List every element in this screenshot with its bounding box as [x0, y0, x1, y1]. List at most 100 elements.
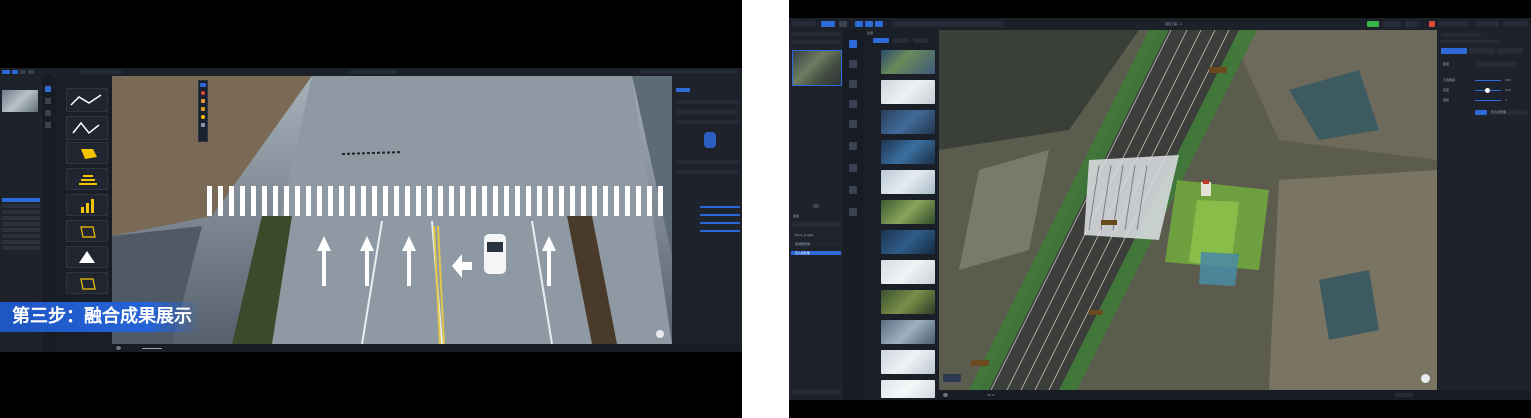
left-tool-button[interactable]	[20, 70, 26, 74]
right-export-button[interactable]	[1439, 21, 1469, 27]
pin-icon[interactable]	[201, 91, 205, 95]
layers-filter-row[interactable]	[791, 222, 841, 227]
right-tool-button[interactable]	[855, 21, 863, 27]
gallery-tab-active[interactable]	[873, 38, 889, 43]
layers-tool-row[interactable]	[791, 40, 841, 44]
compass-icon[interactable]	[656, 330, 664, 338]
left-tool-button[interactable]	[28, 70, 34, 74]
left-right-controls[interactable]	[640, 70, 738, 74]
right-account-button[interactable]	[1405, 21, 1419, 27]
right-window-controls[interactable]	[1503, 21, 1527, 27]
tool-card[interactable]	[66, 272, 108, 294]
list-item[interactable]	[2, 210, 40, 214]
right-settings-button[interactable]	[1475, 21, 1499, 27]
basemap-thumbnail[interactable]	[881, 110, 935, 134]
property-slider[interactable]	[700, 206, 740, 208]
properties-section-value[interactable]	[1477, 62, 1517, 67]
gallery-tab[interactable]	[893, 38, 909, 43]
sidebar-icon[interactable]	[849, 164, 857, 172]
right-tool-button[interactable]	[821, 21, 835, 27]
saturation-slider[interactable]	[1475, 100, 1501, 101]
left-tool-button[interactable]	[12, 70, 18, 74]
tab-icon[interactable]	[45, 122, 51, 128]
list-item[interactable]	[2, 216, 40, 220]
compass-icon[interactable]	[1421, 374, 1430, 383]
basemap-thumbnail[interactable]	[881, 50, 935, 74]
basemap-thumbnail[interactable]	[881, 290, 935, 314]
prop-value[interactable]: 120	[1505, 88, 1511, 92]
tool-card[interactable]	[66, 88, 108, 112]
property-slider[interactable]	[700, 230, 740, 232]
tool-card[interactable]	[66, 246, 108, 268]
layer-item[interactable]: 多视角影像	[791, 242, 841, 246]
tool-card[interactable]	[66, 116, 108, 140]
layer-select[interactable]: 无人机影像	[1489, 110, 1527, 115]
list-item[interactable]	[2, 204, 40, 208]
property-row[interactable]	[676, 120, 738, 124]
sidebar-icon[interactable]	[849, 142, 857, 150]
tool-card[interactable]	[66, 168, 108, 190]
properties-tab[interactable]	[1469, 48, 1495, 54]
properties-tab[interactable]	[1497, 48, 1523, 54]
basemap-thumbnail[interactable]	[881, 80, 935, 104]
sidebar-icon[interactable]	[849, 208, 857, 216]
sidebar-icon[interactable]	[849, 120, 857, 128]
layer-thumbnail-selected[interactable]	[792, 50, 842, 86]
property-tab[interactable]	[676, 88, 690, 92]
prop-value[interactable]: 100	[1505, 78, 1511, 82]
sidebar-icon[interactable]	[849, 186, 857, 194]
add-layer-button[interactable]	[813, 204, 819, 208]
tab-icon[interactable]	[45, 86, 51, 92]
property-row[interactable]	[676, 110, 738, 114]
right-satellite-map[interactable]	[939, 30, 1437, 390]
basemap-thumbnail[interactable]	[881, 200, 935, 224]
property-row[interactable]	[676, 100, 738, 104]
layers-tab-bar[interactable]	[791, 32, 841, 36]
basemap-thumbnail[interactable]	[881, 170, 935, 194]
property-toggle[interactable]	[704, 132, 716, 148]
tool-card[interactable]	[66, 142, 108, 164]
sidebar-icon[interactable]	[849, 80, 857, 88]
basemap-thumbnail[interactable]	[881, 350, 935, 374]
apply-button[interactable]	[1475, 110, 1487, 115]
left-home-button[interactable]	[2, 70, 10, 74]
right-search-input[interactable]	[893, 21, 1003, 27]
property-row[interactable]	[676, 160, 738, 164]
select-icon[interactable]	[200, 83, 206, 87]
ruler-icon[interactable]	[201, 123, 205, 127]
sidebar-icon[interactable]	[849, 100, 857, 108]
properties-tab-active[interactable]	[1441, 48, 1467, 54]
list-item[interactable]	[2, 222, 40, 226]
right-tool-button[interactable]	[875, 21, 883, 27]
list-item[interactable]	[2, 234, 40, 238]
list-item[interactable]	[2, 228, 40, 232]
left-thumbnail[interactable]	[2, 90, 38, 112]
brightness-slider-handle[interactable]	[1485, 88, 1490, 93]
opacity-slider[interactable]	[1475, 80, 1501, 81]
right-share-button[interactable]	[1383, 21, 1401, 27]
pencil-icon[interactable]	[201, 99, 205, 103]
prop-value[interactable]: 1	[1505, 98, 1507, 102]
basemap-thumbnail[interactable]	[881, 230, 935, 254]
right-tool-button[interactable]	[839, 21, 847, 27]
layer-item[interactable]: terra_png3a	[791, 233, 841, 237]
right-record-button[interactable]	[1429, 21, 1435, 27]
right-tool-button[interactable]	[865, 21, 873, 27]
gallery-tab[interactable]	[913, 38, 929, 43]
right-home-button[interactable]	[793, 21, 815, 27]
list-item[interactable]	[2, 240, 40, 244]
basemap-thumbnail[interactable]	[881, 140, 935, 164]
sidebar-icon[interactable]	[849, 60, 857, 68]
property-row[interactable]	[676, 170, 738, 174]
circle-icon[interactable]	[201, 115, 205, 119]
layer-item-selected[interactable]: 无人机影像	[791, 251, 841, 255]
list-item[interactable]	[2, 246, 40, 250]
left-search-input[interactable]	[80, 70, 122, 74]
basemap-thumbnail[interactable]	[881, 260, 935, 284]
tool-card[interactable]	[66, 220, 108, 242]
property-slider[interactable]	[700, 222, 740, 224]
tab-icon[interactable]	[45, 98, 51, 104]
basemap-thumbnail[interactable]	[881, 380, 935, 398]
shape-icon[interactable]	[201, 107, 205, 111]
tool-card[interactable]	[66, 194, 108, 216]
